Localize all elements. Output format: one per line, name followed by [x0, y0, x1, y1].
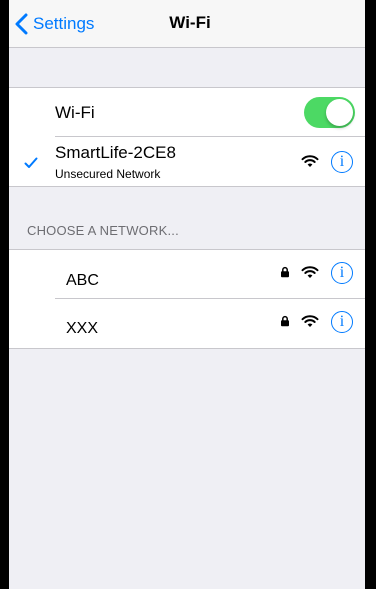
wifi-toggle-switch[interactable]	[304, 97, 355, 128]
info-button[interactable]: i	[331, 151, 353, 173]
info-button[interactable]: i	[331, 311, 353, 333]
network-name: ABC	[66, 272, 99, 289]
network-row[interactable]: XXX i	[9, 299, 365, 348]
network-row[interactable]: ABC i	[9, 250, 365, 299]
info-button[interactable]: i	[331, 262, 353, 284]
navigation-bar: Settings Wi-Fi	[9, 0, 365, 48]
wifi-toggle-label: Wi-Fi	[55, 103, 95, 122]
connected-network-status: Unsecured Network	[55, 167, 161, 181]
wifi-settings-screen: Settings Wi-Fi Wi-Fi SmartLife-2CE8 Unse…	[9, 0, 365, 589]
page-title: Wi-Fi	[169, 13, 211, 32]
connected-network-name: SmartLife-2CE8	[55, 143, 176, 162]
checkmark-icon	[24, 157, 38, 168]
choose-network-header: CHOOSE A NETWORK...	[27, 223, 179, 238]
network-name: XXX	[66, 320, 99, 337]
wifi-icon	[301, 266, 319, 278]
lock-icon	[281, 315, 289, 327]
wifi-toggle-row: Wi-Fi	[9, 88, 365, 137]
lock-icon	[281, 266, 289, 278]
connected-network-row[interactable]: SmartLife-2CE8 Unsecured Network i	[9, 137, 365, 186]
wifi-icon	[301, 315, 319, 327]
wifi-group: Wi-Fi SmartLife-2CE8 Unsecured Network i	[9, 87, 365, 187]
network-list: ABC i XXX i	[9, 249, 365, 349]
toggle-knob	[326, 99, 353, 126]
wifi-icon	[301, 155, 319, 167]
